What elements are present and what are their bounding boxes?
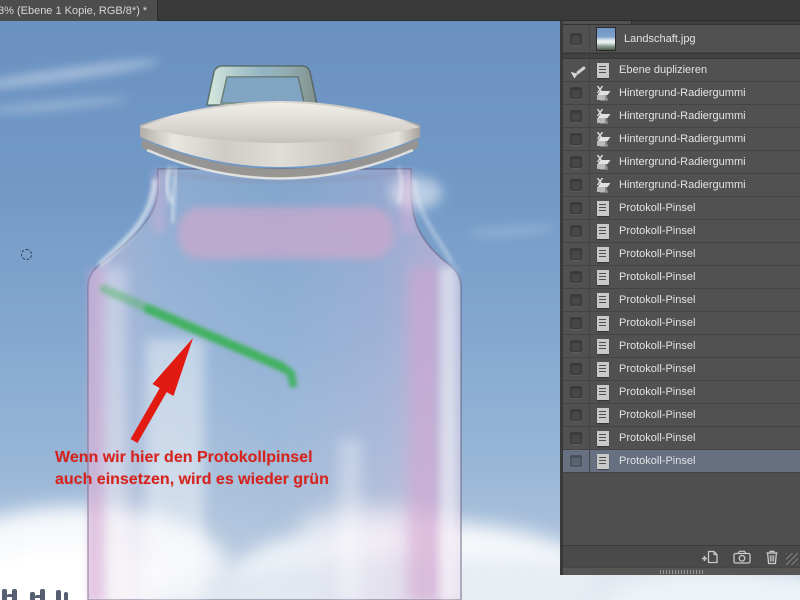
- history-item[interactable]: Protokoll-Pinsel: [563, 335, 800, 358]
- history-source-well[interactable]: [570, 317, 582, 329]
- duplicate-layer-icon: [595, 62, 611, 78]
- history-item-label: Hintergrund-Radiergummi: [619, 87, 746, 99]
- history-item-label: Hintergrund-Radiergummi: [619, 110, 746, 122]
- panel-resize-grip[interactable]: [786, 553, 798, 565]
- history-brush-icon: [595, 407, 611, 423]
- history-source-well[interactable]: [570, 363, 582, 375]
- history-item-label: Protokoll-Pinsel: [619, 409, 696, 421]
- history-source-well[interactable]: [570, 432, 582, 444]
- delete-state-trash-button[interactable]: [764, 549, 780, 565]
- document-tab-title: 3% (Ebene 1 Kopie, RGB/8*) *: [0, 4, 148, 17]
- snapshot-label: Landschaft.jpg: [624, 32, 696, 45]
- history-item[interactable]: Hintergrund-Radiergummi: [563, 128, 800, 151]
- history-item-label: Ebene duplizieren: [619, 64, 708, 76]
- history-brush-icon: [595, 292, 611, 308]
- history-source-well[interactable]: [570, 110, 582, 122]
- new-document-from-state-button[interactable]: [700, 549, 720, 565]
- history-item-label: Protokoll-Pinsel: [619, 202, 696, 214]
- history-item-label: Protokoll-Pinsel: [619, 386, 696, 398]
- history-item[interactable]: Hintergrund-Radiergummi: [563, 82, 800, 105]
- background-eraser-icon: [595, 177, 611, 193]
- history-item-label: Hintergrund-Radiergummi: [619, 179, 746, 191]
- history-list: Ebene duplizieren Hintergrund-Radiergumm…: [563, 59, 800, 473]
- history-item[interactable]: Protokoll-Pinsel: [563, 243, 800, 266]
- history-source-well[interactable]: [570, 133, 582, 145]
- history-item[interactable]: Protokoll-Pinsel: [563, 197, 800, 220]
- history-source-well[interactable]: [570, 455, 582, 467]
- background-eraser-icon: [595, 108, 611, 124]
- history-source-well[interactable]: [570, 409, 582, 421]
- history-source-well[interactable]: [570, 156, 582, 168]
- panel-footer: [563, 545, 800, 567]
- history-source-well[interactable]: [570, 248, 582, 260]
- history-source-well[interactable]: [570, 87, 582, 99]
- history-brush-icon: [595, 200, 611, 216]
- history-item-label: Hintergrund-Radiergummi: [619, 133, 746, 145]
- history-item[interactable]: Protokoll-Pinsel: [563, 266, 800, 289]
- background-eraser-icon: [595, 131, 611, 147]
- background-eraser-icon: [595, 85, 611, 101]
- history-source-well[interactable]: [570, 340, 582, 352]
- history-brush-source-icon: [569, 64, 584, 77]
- history-source-well[interactable]: [570, 271, 582, 283]
- history-item-label: Protokoll-Pinsel: [619, 455, 696, 467]
- history-brush-icon: [595, 223, 611, 239]
- history-brush-icon: [595, 453, 611, 469]
- history-panel: Protokoll » Landschaft.jpg: [560, 5, 800, 575]
- history-brush-icon: [595, 361, 611, 377]
- history-source-well[interactable]: [568, 63, 584, 77]
- background-eraser-icon: [595, 154, 611, 170]
- history-item[interactable]: Hintergrund-Radiergummi: [563, 151, 800, 174]
- history-item-label: Hintergrund-Radiergummi: [619, 156, 746, 168]
- glass-jar-illustration: [87, 65, 462, 600]
- history-empty-area: [563, 473, 800, 545]
- annotation-text: Wenn wir hier den Protokollpinsel auch e…: [55, 447, 329, 491]
- history-source-well[interactable]: [570, 32, 582, 45]
- history-item-label: Protokoll-Pinsel: [619, 294, 696, 306]
- history-source-well[interactable]: [570, 202, 582, 214]
- history-source-well[interactable]: [570, 386, 582, 398]
- history-brush-icon: [595, 269, 611, 285]
- history-item[interactable]: Protokoll-Pinsel: [563, 220, 800, 243]
- brush-cursor: [21, 249, 32, 260]
- panel-body: Landschaft.jpg Ebene duplizieren Hinterg…: [563, 25, 800, 575]
- application-titlebar: 3% (Ebene 1 Kopie, RGB/8*) *: [0, 0, 800, 21]
- history-item[interactable]: Protokoll-Pinsel: [563, 312, 800, 335]
- history-source-well[interactable]: [570, 294, 582, 306]
- history-item[interactable]: Protokoll-Pinsel: [563, 404, 800, 427]
- panel-bottom-drag-handle[interactable]: [563, 567, 800, 575]
- photoshop-window: Wenn wir hier den Protokollpinsel auch e…: [0, 0, 800, 600]
- history-brush-icon: [595, 384, 611, 400]
- history-item-label: Protokoll-Pinsel: [619, 317, 696, 329]
- history-item[interactable]: Protokoll-Pinsel: [563, 381, 800, 404]
- history-item-label: Protokoll-Pinsel: [619, 363, 696, 375]
- annotation-line-1: Wenn wir hier den Protokollpinsel: [55, 449, 313, 466]
- history-item[interactable]: Hintergrund-Radiergummi: [563, 105, 800, 128]
- history-item-label: Protokoll-Pinsel: [619, 340, 696, 352]
- annotation-line-2: auch einsetzen, wird es wieder grün: [55, 471, 329, 488]
- history-item[interactable]: Hintergrund-Radiergummi: [563, 174, 800, 197]
- history-brush-icon: [595, 246, 611, 262]
- history-item-label: Protokoll-Pinsel: [619, 248, 696, 260]
- history-source-well[interactable]: [570, 225, 582, 237]
- history-source-well[interactable]: [570, 179, 582, 191]
- document-tab[interactable]: 3% (Ebene 1 Kopie, RGB/8*) *: [0, 0, 158, 21]
- history-item-label: Protokoll-Pinsel: [619, 432, 696, 444]
- history-item[interactable]: Protokoll-Pinsel: [563, 450, 800, 473]
- new-snapshot-camera-button[interactable]: [732, 549, 752, 565]
- history-brush-icon: [595, 315, 611, 331]
- history-item-label: Protokoll-Pinsel: [619, 225, 696, 237]
- snapshot-row[interactable]: Landschaft.jpg: [563, 25, 800, 53]
- history-item[interactable]: Protokoll-Pinsel: [563, 289, 800, 312]
- history-item[interactable]: Protokoll-Pinsel: [563, 427, 800, 450]
- snapshot-thumbnail: [596, 26, 616, 51]
- history-item-label: Protokoll-Pinsel: [619, 271, 696, 283]
- history-item[interactable]: Ebene duplizieren: [563, 59, 800, 82]
- history-item[interactable]: Protokoll-Pinsel: [563, 358, 800, 381]
- history-brush-icon: [595, 430, 611, 446]
- history-brush-icon: [595, 338, 611, 354]
